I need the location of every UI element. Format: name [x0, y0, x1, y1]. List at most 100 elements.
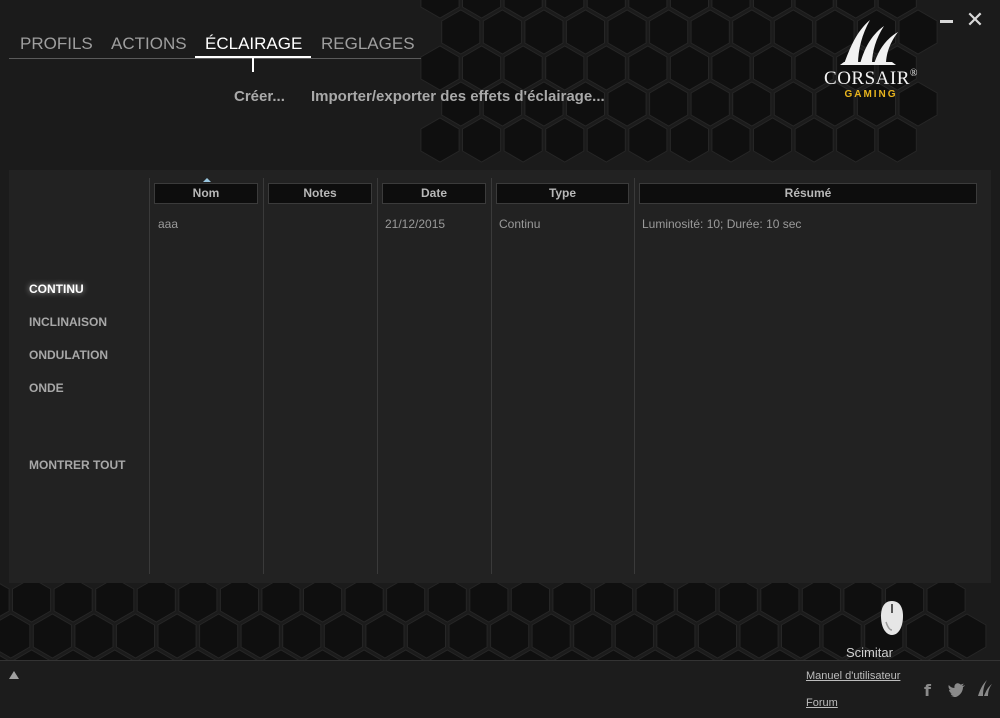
tab-profils[interactable]: PROFILS — [20, 34, 93, 54]
column-divider — [149, 178, 150, 574]
hexagon-tile — [365, 613, 405, 659]
main-tabs: PROFILS ACTIONS ÉCLAIRAGE REGLAGES — [9, 30, 421, 72]
hexagon-tile — [490, 613, 530, 659]
hexagon-tile — [794, 117, 834, 163]
hexagon-tile — [801, 577, 841, 623]
hexagon-tile — [586, 117, 626, 163]
import-export-effects-link[interactable]: Importer/exporter des effets d'éclairage… — [311, 88, 605, 105]
corsair-gaming-logo: CORSAIR® GAMING — [816, 18, 926, 108]
column-divider — [377, 178, 378, 574]
hexagon-tile — [32, 613, 72, 659]
hexagon-tile — [178, 577, 218, 623]
hexagon-tile — [552, 577, 592, 623]
hexagon-tile — [12, 577, 52, 623]
column-header-notes[interactable]: Notes — [268, 183, 372, 204]
hexagon-tile — [926, 577, 966, 623]
corsair-icon[interactable] — [976, 679, 994, 697]
corsair-sails-icon — [840, 20, 898, 65]
forum-link[interactable]: Forum — [806, 697, 838, 709]
hexagon-tile — [95, 577, 135, 623]
column-header-nom[interactable]: Nom — [154, 183, 258, 204]
hexagon-tile — [344, 577, 384, 623]
cell-resume: Luminosité: 10; Durée: 10 sec — [642, 217, 802, 231]
hexagon-tile — [503, 45, 543, 91]
hexagon-tile — [420, 117, 460, 163]
hexagon-tile — [718, 577, 758, 623]
logo-wordmark: CORSAIR® — [824, 68, 918, 89]
hexagon-tile — [628, 117, 668, 163]
tab-actions[interactable]: ACTIONS — [111, 34, 187, 54]
hexagon-tile — [607, 81, 647, 127]
hexagon-tile — [753, 45, 793, 91]
column-divider — [634, 178, 635, 574]
lighting-effects-panel: CONTINU INCLINAISON ONDULATION ONDE MONT… — [9, 170, 991, 583]
hexagon-tile — [669, 45, 709, 91]
hexagon-tile — [753, 117, 793, 163]
hexagon-tile — [690, 81, 730, 127]
sort-ascending-icon — [203, 178, 211, 182]
hexagon-tile — [594, 577, 634, 623]
column-header-date[interactable]: Date — [382, 183, 486, 204]
hexagon-tile — [261, 577, 301, 623]
expand-up-icon[interactable] — [9, 671, 19, 679]
hexagon-tile — [545, 117, 585, 163]
hexagon-tile — [219, 577, 259, 623]
hexagon-tile — [524, 9, 564, 55]
hexagon-tile — [531, 613, 571, 659]
hexagon-tile — [947, 613, 987, 659]
hexagon-tile — [441, 9, 481, 55]
column-header-resume[interactable]: Résumé — [639, 183, 977, 204]
cell-nom: aaa — [158, 217, 179, 231]
minimize-icon[interactable] — [936, 10, 956, 30]
registered-mark: ® — [909, 68, 918, 79]
facebook-icon[interactable]: f — [924, 681, 931, 700]
hexagon-tile — [586, 45, 626, 91]
hexagon-tile — [406, 613, 446, 659]
column-divider — [491, 178, 492, 574]
sidebar-show-all[interactable]: MONTRER TOUT — [29, 458, 125, 472]
twitter-icon[interactable] — [948, 683, 966, 697]
column-divider — [263, 178, 264, 574]
user-manual-link[interactable]: Manuel d'utilisateur — [806, 670, 900, 682]
hexagon-tile — [739, 613, 779, 659]
hexagon-tile — [482, 9, 522, 55]
hexagon-tile — [635, 577, 675, 623]
sidebar-item-continu[interactable]: CONTINU — [29, 282, 84, 296]
hexagon-tile — [199, 613, 239, 659]
hexagon-tile — [503, 117, 543, 163]
hexagon-tile — [157, 613, 197, 659]
hexagon-tile — [649, 9, 689, 55]
hexagon-tile — [760, 577, 800, 623]
hexagon-tile — [136, 577, 176, 623]
hexagon-tile — [469, 577, 509, 623]
hexagon-tile — [614, 613, 654, 659]
tab-eclairage[interactable]: ÉCLAIRAGE — [205, 34, 302, 54]
sidebar-item-ondulation[interactable]: ONDULATION — [29, 348, 108, 362]
hexagon-tile — [115, 613, 155, 659]
hexagon-tile — [74, 613, 114, 659]
hexagon-tile — [53, 577, 93, 623]
hexagon-tile — [697, 613, 737, 659]
column-header-type[interactable]: Type — [496, 183, 629, 204]
close-icon[interactable]: ✕ — [965, 9, 985, 31]
hexagon-tile — [386, 577, 426, 623]
device-selector[interactable] — [864, 600, 910, 641]
hexagon-tile — [781, 613, 821, 659]
hexagon-tile — [462, 45, 502, 91]
hexagon-tile — [773, 81, 813, 127]
create-effect-link[interactable]: Créer... — [234, 88, 285, 105]
sidebar-item-onde[interactable]: ONDE — [29, 381, 64, 395]
hexagon-tile — [773, 9, 813, 55]
hexagon-tile — [711, 117, 751, 163]
hexagon-tile — [448, 613, 488, 659]
cell-type: Continu — [499, 217, 541, 231]
hexagon-tile — [669, 117, 709, 163]
sidebar-item-inclinaison[interactable]: INCLINAISON — [29, 315, 107, 329]
hexagon-tile — [510, 577, 550, 623]
hexagon-tile — [836, 117, 876, 163]
device-name[interactable]: Scimitar — [846, 645, 893, 660]
mouse-icon — [881, 601, 903, 635]
tab-reglages[interactable]: REGLAGES — [321, 34, 415, 54]
hexagon-tile — [545, 45, 585, 91]
hexagon-tile — [711, 45, 751, 91]
